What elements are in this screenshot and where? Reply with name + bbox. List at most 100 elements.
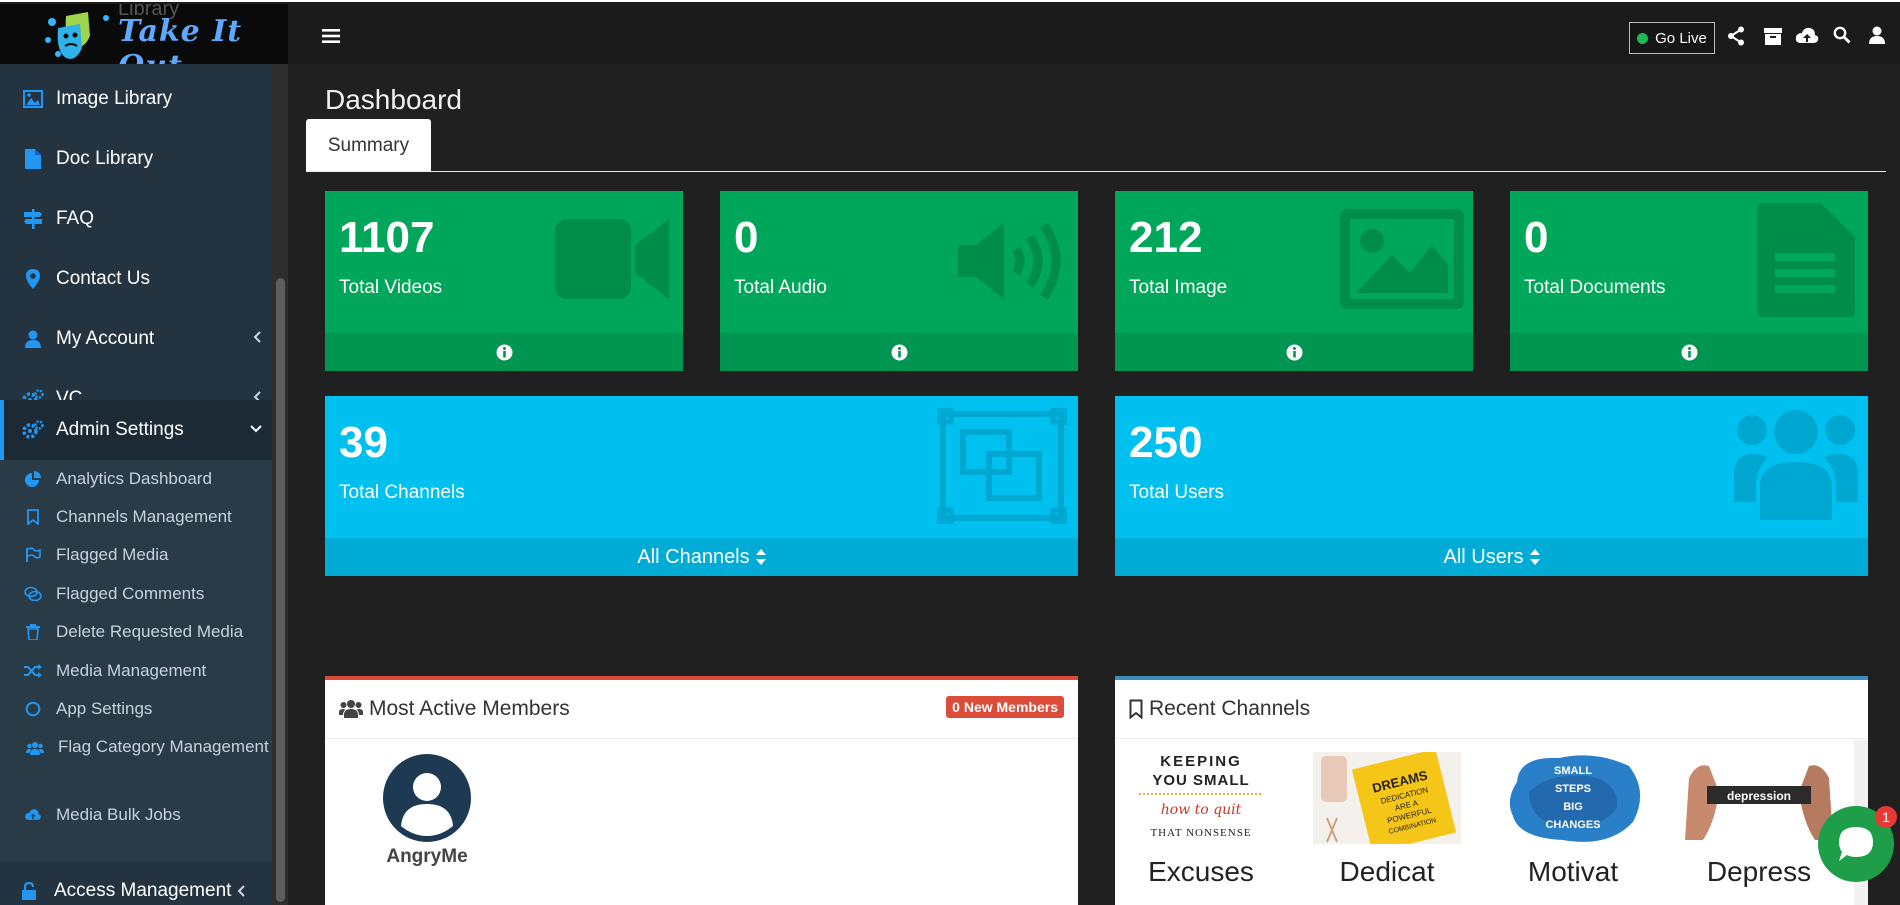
sidebar-subitem-flagged-comments[interactable]: Flagged Comments	[0, 581, 272, 607]
all-users-link[interactable]: All Users	[1115, 538, 1868, 576]
thumb-text: KEEPING	[1160, 753, 1242, 770]
sidebar-item-label: My Account	[56, 328, 155, 349]
subitem-label: Analytics Dashboard	[56, 469, 212, 488]
channel-name: Excuses	[1148, 856, 1254, 887]
tab-summary[interactable]: Summary	[306, 119, 431, 172]
theater-masks-icon	[45, 12, 109, 59]
stat-info-footer[interactable]	[1510, 333, 1868, 371]
sidebar-item-doc-library[interactable]: Doc Library	[0, 130, 272, 188]
go-live-button[interactable]: Go Live	[1629, 22, 1715, 54]
sidebar-item-label: Doc Library	[56, 148, 154, 169]
stat-info-footer[interactable]	[1115, 333, 1473, 371]
sidebar-item-access-management[interactable]: Access Management	[0, 862, 272, 905]
thumb-text: depression	[1727, 789, 1791, 803]
cloud-upload-icon[interactable]	[1795, 26, 1819, 46]
map-marker-icon	[22, 268, 44, 290]
sidebar-subitem-analytics-dashboard[interactable]: Analytics Dashboard	[0, 466, 272, 492]
channel-thumbnail: DREAMS DEDICATION ARE A POWERFUL COMBINA…	[1313, 752, 1461, 844]
channel-card[interactable]: depression Depress	[1685, 752, 1833, 888]
info-circle-icon	[1681, 344, 1697, 360]
users-icon	[26, 735, 44, 761]
live-status-dot	[1637, 32, 1649, 44]
users-icon	[1734, 410, 1858, 520]
sidebar-subitem-channels-management[interactable]: Channels Management	[0, 504, 272, 530]
stat-card-channels: 39 Total Channels All Channels	[325, 396, 1078, 576]
bookmark-icon	[24, 504, 42, 530]
thumb-text: SMALL	[1554, 765, 1592, 777]
sidebar-item-label: Image Library	[56, 88, 173, 109]
document-icon	[22, 148, 44, 170]
volume-icon	[958, 222, 1061, 300]
chat-bubble-icon	[1839, 827, 1873, 861]
stat-value: 250	[1129, 418, 1203, 467]
stat-card-audio: 0 Total Audio	[720, 191, 1078, 371]
sidebar-item-faq[interactable]: FAQ	[0, 190, 272, 248]
lock-icon	[22, 882, 36, 900]
user-icon[interactable]	[1869, 26, 1885, 44]
stat-value: 1107	[339, 213, 435, 262]
panel-title: Most Active Members	[369, 697, 570, 720]
object-group-icon	[937, 408, 1067, 524]
stat-label: Total Users	[1129, 482, 1225, 503]
thumb-text: YOU SMALL	[1152, 772, 1249, 789]
archive-icon[interactable]	[1763, 26, 1783, 46]
info-circle-icon	[1286, 344, 1302, 360]
stat-info-footer[interactable]	[325, 333, 683, 371]
panel-header: Most Active Members 0 New Members	[325, 680, 1078, 739]
panel-title: Recent Channels	[1149, 697, 1311, 720]
sidebar-item-my-account[interactable]: My Account	[0, 310, 272, 368]
sidebar-subitem-delete-requested-media[interactable]: Delete Requested Media	[0, 619, 272, 645]
sidebar-item-contact-us[interactable]: Contact Us	[0, 250, 272, 308]
cogs-icon	[22, 419, 44, 441]
sidebar-item-image-library[interactable]: Image Library	[0, 70, 272, 128]
stat-label: Total Videos	[339, 277, 443, 298]
channel-card[interactable]: SMALL STEPS BIG CHANGES Motivat	[1499, 752, 1647, 888]
subitem-label: Delete Requested Media	[56, 622, 244, 641]
search-icon[interactable]	[1833, 26, 1851, 44]
channel-card[interactable]: DREAMS DEDICATION ARE A POWERFUL COMBINA…	[1313, 752, 1461, 888]
sidebar-item-label: Admin Settings	[56, 419, 184, 440]
member-card[interactable]: AngryMe	[377, 754, 477, 868]
brand-logo[interactable]: Library Take It Out	[0, 4, 288, 66]
stat-value: 212	[1129, 213, 1203, 262]
share-icon[interactable]	[1727, 26, 1745, 46]
sidebar-subitem-media-bulk-jobs[interactable]: Media Bulk Jobs	[0, 802, 272, 828]
stat-value: 39	[339, 418, 388, 467]
sidebar-scrollbar-thumb[interactable]	[276, 278, 285, 902]
hamburger-menu-icon[interactable]	[322, 28, 340, 44]
member-name: AngryMe	[386, 846, 468, 867]
channel-thumbnail: depression	[1685, 752, 1833, 844]
channel-name: Dedicat	[1339, 856, 1435, 887]
stat-label: Total Documents	[1524, 277, 1666, 298]
sidebar-item-label: Access Management	[54, 880, 232, 901]
stat-value: 0	[1524, 213, 1549, 262]
signpost-icon	[22, 208, 44, 230]
sidebar-item-admin-settings[interactable]: Admin Settings	[0, 400, 272, 460]
thumb-text: BIG	[1563, 801, 1583, 813]
sidebar-subitem-flagged-media[interactable]: Flagged Media	[0, 542, 272, 568]
sidebar-subitem-media-management[interactable]: Media Management	[0, 658, 272, 684]
sidebar-subitem-flag-category-management[interactable]: Flag Category Management	[0, 734, 272, 761]
chevron-left-icon	[238, 885, 246, 897]
footer-label: All Channels	[637, 545, 750, 568]
page-title: Dashboard	[325, 84, 462, 115]
sidebar-subitem-app-settings[interactable]: App Settings	[0, 696, 272, 722]
stat-info-footer[interactable]	[720, 333, 1078, 371]
subitem-label: Channels Management	[56, 507, 232, 526]
go-live-label: Go Live	[1655, 29, 1707, 47]
channel-card[interactable]: KEEPING YOU SMALL how to quit THAT NONSE…	[1127, 752, 1275, 888]
cloud-upload-icon	[24, 802, 42, 828]
image-icon	[1340, 209, 1464, 309]
channel-name: Motivat	[1527, 856, 1619, 887]
bookmark-icon	[1129, 699, 1143, 719]
users-icon	[339, 700, 363, 718]
flag-icon	[24, 542, 42, 568]
image-icon	[22, 88, 44, 110]
all-channels-link[interactable]: All Channels	[325, 538, 1078, 576]
info-circle-icon	[891, 344, 907, 360]
new-members-badge: 0 New Members	[946, 696, 1064, 718]
sort-icon	[755, 549, 766, 565]
stat-card-image: 212 Total Image	[1115, 191, 1473, 371]
stat-card-users: 250 Total Users All Users	[1115, 396, 1868, 576]
thumb-text: CHANGES	[1545, 819, 1600, 831]
